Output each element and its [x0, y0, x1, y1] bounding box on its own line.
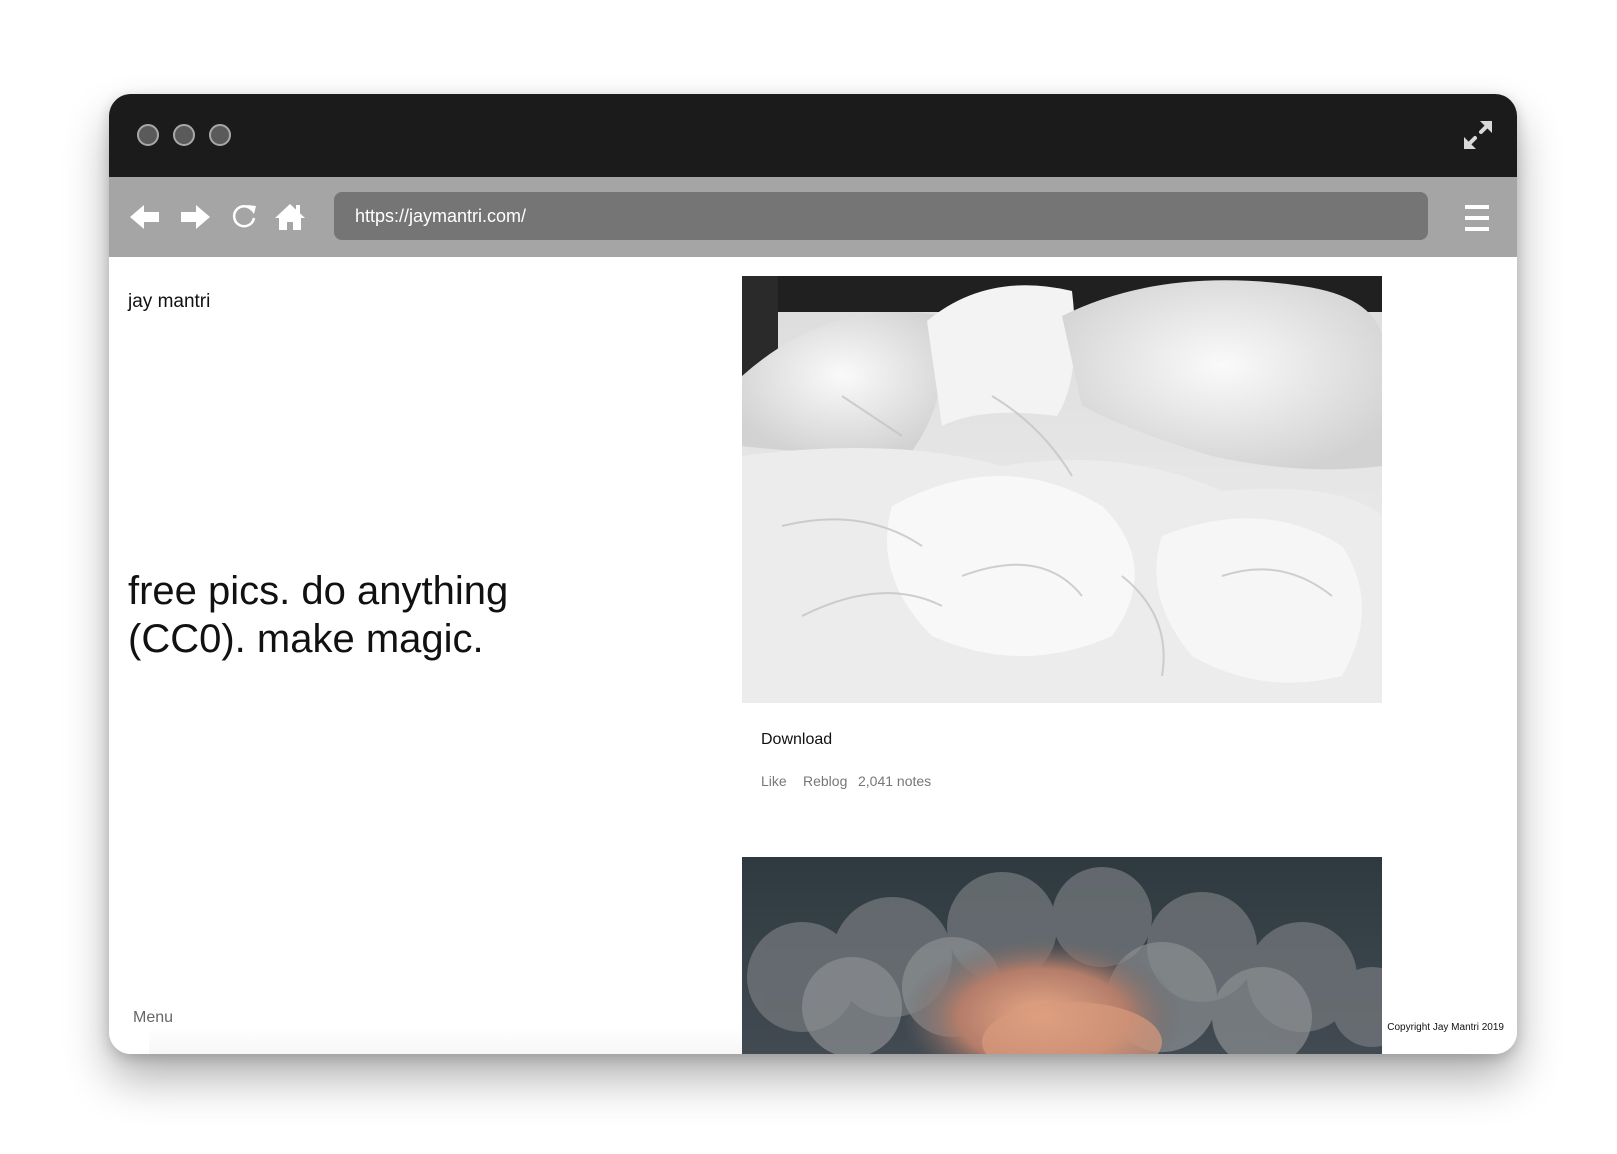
browser-window: https://jaymantri.com/ jay mantri free p…	[109, 94, 1517, 1054]
post-photo-bedsheets[interactable]	[742, 276, 1382, 703]
white-bed-sheets-photo	[742, 276, 1382, 703]
zoom-window-button[interactable]	[209, 124, 231, 146]
close-window-button[interactable]	[137, 124, 159, 146]
sidebar-shadow	[149, 1027, 749, 1054]
home-icon[interactable]	[272, 199, 308, 235]
post-photo-clouds[interactable]	[742, 857, 1382, 1054]
page-content: jay mantri free pics. do anything (CC0).…	[109, 257, 1517, 1054]
site-tagline: free pics. do anything (CC0). make magic…	[128, 569, 509, 661]
notes-count[interactable]: 2,041 notes	[858, 773, 931, 789]
menu-link[interactable]: Menu	[133, 1009, 173, 1027]
reblog-link[interactable]: Reblog	[803, 773, 847, 789]
fullscreen-icon[interactable]	[1461, 118, 1495, 152]
back-arrow-icon[interactable]	[127, 199, 163, 235]
reload-icon[interactable]	[226, 199, 262, 235]
title-bar	[109, 94, 1517, 177]
hamburger-menu-icon[interactable]	[1463, 203, 1491, 233]
download-link[interactable]: Download	[761, 731, 832, 749]
clouds-photo	[742, 857, 1382, 1054]
like-link[interactable]: Like	[761, 773, 787, 789]
minimize-window-button[interactable]	[173, 124, 195, 146]
site-title[interactable]: jay mantri	[128, 291, 210, 313]
address-bar[interactable]: https://jaymantri.com/	[334, 192, 1428, 240]
browser-toolbar: https://jaymantri.com/	[109, 177, 1517, 257]
copyright-text: Copyright Jay Mantri 2019	[1387, 1022, 1504, 1033]
forward-arrow-icon[interactable]	[177, 199, 213, 235]
